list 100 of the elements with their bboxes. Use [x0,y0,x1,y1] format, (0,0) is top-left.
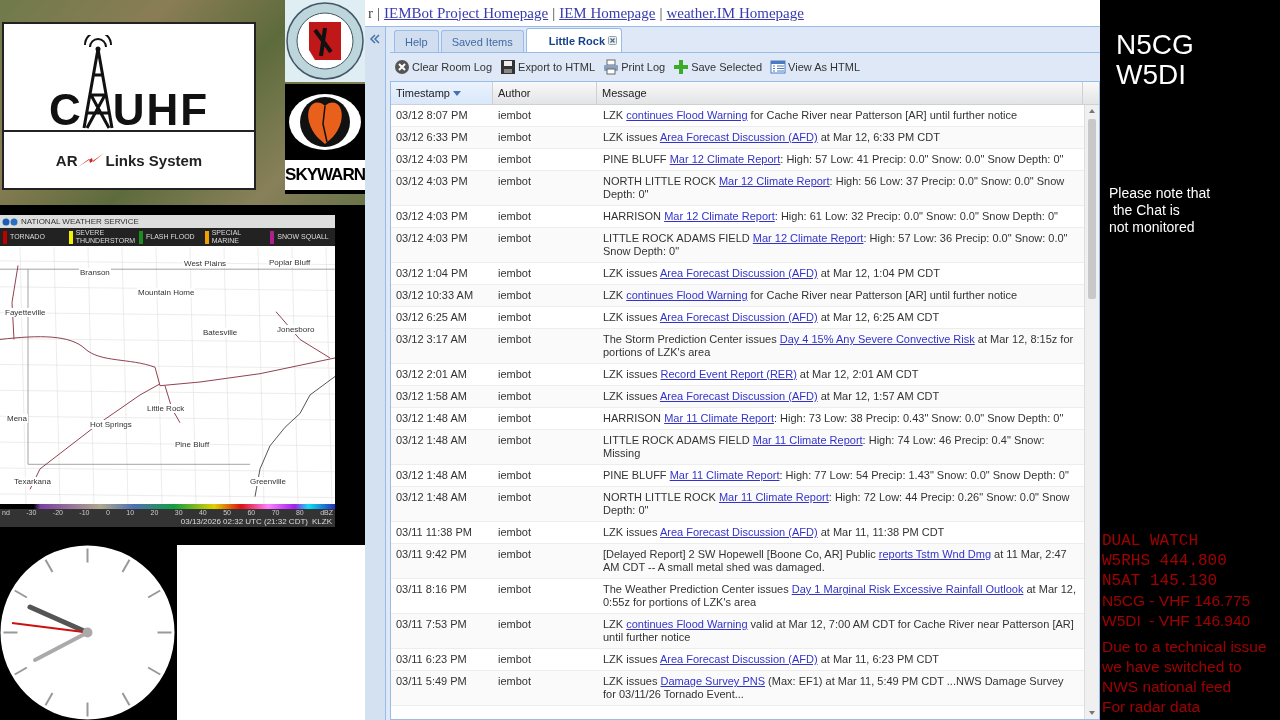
feed-notice-text: NWS national feed [1102,677,1233,697]
message-text: HARRISON Mar 12 Climate Report: High: 61 Low: 32 Precip: 0.0" Snow: 0.0" Snow Depth: 0" [602,209,1059,224]
message-link[interactable]: Area Forecast Discussion (AFD) [659,390,818,402]
author-cell-text: iembot [497,108,533,123]
author-cell-text: iembot [497,411,533,426]
author-cell-text: iembot [497,231,533,246]
city-label: West Plains [183,259,228,268]
homepage-link[interactable]: IEM Homepage [559,4,656,22]
toolbar-button[interactable]: Print Log [601,58,668,76]
message-text: LZK continues Flood Warning for Cache River near Patterson [AR] until further notice [602,108,1019,123]
tagline-text: Links System [105,151,203,169]
city-label: Little Rock [146,404,186,413]
message-link[interactable]: Mar 11 Climate Report [664,412,774,424]
callsign-text: N5CG [1116,30,1195,60]
toolbar-button[interactable]: View As HTML [768,58,863,76]
feed-notice-text: For radar data [1102,697,1202,717]
toolbar-button[interactable]: Save Selected [671,58,765,76]
column-header[interactable]: Author [493,82,597,104]
scrollbar-thumb[interactable] [1088,119,1096,299]
double-chevron-icon[interactable] [369,33,381,45]
scrollbar[interactable] [1084,105,1099,719]
homepage-link[interactable]: weather.IM Homepage [666,4,804,22]
timestamp-cell-text: 03/11 8:16 PM [395,582,468,597]
message-link[interactable]: Mar 11 Climate Report [752,434,863,446]
author-cell-text: iembot [497,288,533,303]
tab[interactable]: Help [394,30,439,52]
author-cell-text: iembot [497,310,533,325]
city-label: Hot Springs [89,420,133,429]
frequency-text: N5AT 145.130 [1102,571,1219,591]
message-text: The Storm Prediction Center issues Day 4 15% Any Severe Convective Risk at Mar 12, 8:15z for portions of LZK's area [602,332,1075,360]
separator: | [377,4,380,22]
agency-seal-icon [2,217,18,226]
author-cell-text: iembot [497,617,533,632]
message-link[interactable]: Mar 12 Climate Report [664,210,775,222]
author-cell-text: iembot [497,266,533,281]
notice-text: Please note that [1109,185,1212,202]
author-cell-text: iembot [497,367,533,382]
skywarn-text: SKYWARN [285,160,365,190]
message-link[interactable]: Area Forecast Discussion (AFD) [659,311,818,323]
timestamp-cell-text: 03/12 6:25 AM [395,310,468,325]
message-text: HARRISON Mar 11 Climate Report: High: 73 Low: 38 Precip: 0.43" Snow: 0.0" Snow Depth: 0" [602,411,1065,426]
repeater-text: W5DI - VHF 146.940 [1102,611,1252,631]
clear-icon [394,59,410,75]
author-cell-text: iembot [497,389,533,404]
message-link[interactable]: continues Flood Warning [626,289,748,301]
message-link[interactable]: Area Forecast Discussion (AFD) [659,526,818,538]
author-cell-text: iembot [497,490,533,505]
feed-notice-text: Due to a technical issue [1102,637,1268,657]
plus-icon [673,59,690,75]
message-link[interactable]: Damage Survey PNS [660,675,766,687]
author-cell-text: iembot [497,547,533,562]
toolbar-button[interactable]: Clear Room Log [392,58,495,76]
timestamp-cell-text: 03/12 1:48 AM [395,490,468,505]
message-link[interactable]: Day 1 Marginal Risk Excessive Rainfall Outlook [791,583,1024,595]
timestamp-cell-text: 03/12 4:03 PM [395,231,469,246]
author-cell-text: iembot [497,174,533,189]
timestamp-cell-text: 03/12 10:33 AM [395,288,475,303]
toolbar-button[interactable]: Export to HTML [498,58,598,76]
city-label: Greenville [249,477,287,486]
message-link[interactable]: reports Tstm Wnd Dmg [878,548,992,560]
message-text: LITTLE ROCK ADAMS FIELD Mar 11 Climate Report: High: 74 Low: 46 Precip: 0.4" Snow: Missing [602,433,1046,461]
column-header[interactable]: Timestamp [391,82,493,104]
homepage-link[interactable]: IEMBot Project Homepage [384,4,549,22]
radio-tower-icon [80,35,115,130]
logo-text: C [48,90,83,130]
tab[interactable]: Saved Items [440,30,524,52]
column-header[interactable]: Message [597,82,1083,104]
frequency-text: DUAL WATCH [1102,531,1199,551]
close-icon[interactable] [608,36,617,45]
logo-text: UHF [112,90,210,130]
message-link[interactable]: Day 4 15% Any Severe Convective Risk [779,333,975,345]
timestamp-cell-text: 03/12 1:48 AM [395,468,468,483]
message-text: NORTH LITTLE ROCK Mar 12 Climate Report: High: 56 Low: 37 Precip: 0.0" Snow: 0.0" Snow Depth: 0" [602,174,1066,202]
city-label: Jonesboro [276,325,316,334]
message-text: LZK issues Area Forecast Discussion (AFD) at Mar 12, 1:57 AM CDT [602,389,941,404]
timestamp-cell-text: 03/12 1:04 PM [395,266,469,281]
message-link[interactable]: Area Forecast Discussion (AFD) [659,653,818,665]
timestamp-cell-text: 03/11 5:49 PM [395,674,468,689]
city-label: Fayetteville [4,308,47,317]
repeater-text: N5CG - VHF 146.775 [1102,591,1252,611]
city-label: Batesville [202,328,239,337]
timestamp-cell-text: 03/11 6:23 PM [395,652,468,667]
message-link[interactable]: Mar 11 Climate Report [718,491,829,503]
message-link[interactable]: Record Event Report (RER) [660,368,797,380]
message-link[interactable]: continues Flood Warning [626,109,748,121]
message-text: The Weather Prediction Center issues Day 1 Marginal Risk Excessive Rainfall Outlook at Mar 12, 0:55z for portions of LZK's area [602,582,1077,610]
author-cell-text: iembot [497,652,533,667]
scroll-up-icon[interactable] [1088,107,1096,115]
message-link[interactable]: continues Flood Warning [626,618,748,630]
message-link[interactable]: Area Forecast Discussion (AFD) [659,267,818,279]
message-link[interactable]: Mar 12 Climate Report [718,175,830,187]
message-text: LZK issues Damage Survey PNS (Max: EF1) at Mar 11, 5:49 PM CDT ...NWS Damage Survey for 03/11/26 Tornado Event... [602,674,1065,702]
tab[interactable]: Little Rock [525,28,622,52]
separator: | [552,4,556,22]
message-text: LITTLE ROCK ADAMS FIELD Mar 12 Climate Report: High: 57 Low: 36 Precip: 0.0" Snow: 0.0" Snow Depth: 0" [602,231,1069,259]
message-link[interactable]: Area Forecast Discussion (AFD) [659,131,818,143]
message-text: LZK continues Flood Warning for Cache River near Patterson [AR] until further notice [602,288,1019,303]
city-label: Mountain Home [137,288,196,297]
scroll-down-icon[interactable] [1088,709,1096,717]
city-label: Texarkana [13,477,52,486]
